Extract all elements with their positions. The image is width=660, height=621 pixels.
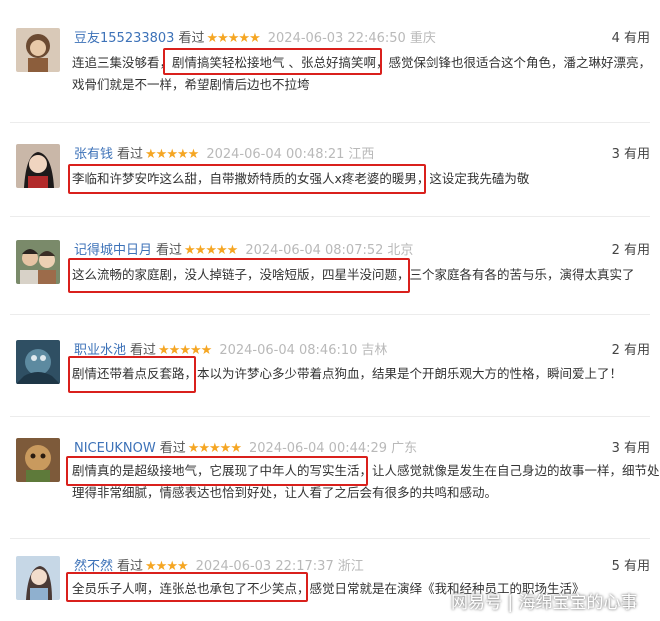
useful-count[interactable]: 4 有用 xyxy=(612,28,650,50)
avatar-image xyxy=(16,28,60,72)
highlight-box xyxy=(66,456,368,486)
watched-label: 看过 xyxy=(159,441,186,456)
review-line: 戏骨们就是不一样，希望剧情后边也不拉垮 xyxy=(72,77,310,92)
highlight-box xyxy=(68,356,196,393)
review-location: 吉林 xyxy=(361,343,388,358)
review-time: 2024-06-04 08:46:10 xyxy=(219,343,358,358)
useful-count[interactable]: 5 有用 xyxy=(612,556,650,578)
review-header: 豆友155233803 看过 ★★★★★ 2024-06-03 22:46:50 重庆 xyxy=(74,28,436,50)
review-location: 广东 xyxy=(391,441,418,456)
avatar-image xyxy=(16,438,60,482)
review-time: 2024-06-04 00:48:21 xyxy=(206,147,345,162)
user-avatar[interactable] xyxy=(16,438,60,482)
divider xyxy=(10,416,650,417)
review-location: 江西 xyxy=(348,147,375,162)
divider xyxy=(10,122,650,123)
star-rating: ★★★★★ xyxy=(187,441,242,456)
avatar-image xyxy=(16,340,60,384)
username-link[interactable]: 记得城中日月 xyxy=(74,243,152,258)
useful-count[interactable]: 3 有用 xyxy=(612,438,650,460)
review-location: 北京 xyxy=(387,243,414,258)
user-avatar[interactable] xyxy=(16,240,60,284)
star-rating: ★★★★★ xyxy=(184,243,238,258)
avatar-image xyxy=(16,556,60,600)
highlight-box xyxy=(66,572,308,602)
watched-label: 看过 xyxy=(117,147,144,162)
username-link[interactable]: NICEUKNOW xyxy=(74,441,156,456)
star-rating: ★★★★★ xyxy=(206,31,260,46)
review-time: 2024-06-04 08:07:52 xyxy=(245,243,384,258)
user-avatar[interactable] xyxy=(16,556,60,600)
username-link[interactable]: 豆友155233803 xyxy=(74,31,174,46)
username-link[interactable]: 张有钱 xyxy=(74,147,113,162)
watermark: 网易号 | 海绵宝宝的心事 xyxy=(451,593,638,613)
highlight-box xyxy=(163,48,382,75)
user-avatar[interactable] xyxy=(16,340,60,384)
review-location: 浙江 xyxy=(337,559,364,574)
divider xyxy=(10,216,650,217)
useful-count[interactable]: 2 有用 xyxy=(612,340,650,362)
review-time: 2024-06-03 22:46:50 xyxy=(267,31,406,46)
review-location: 重庆 xyxy=(409,31,436,46)
avatar-image xyxy=(16,144,60,188)
avatar-image xyxy=(16,240,60,284)
watched-label: 看过 xyxy=(156,243,183,258)
useful-count[interactable]: 2 有用 xyxy=(612,240,650,262)
user-avatar[interactable] xyxy=(16,28,60,72)
star-rating: ★★★★★ xyxy=(145,147,199,162)
review-header: 张有钱 看过 ★★★★★ 2024-06-04 00:48:21 江西 xyxy=(74,144,374,166)
watched-label: 看过 xyxy=(178,31,205,46)
divider xyxy=(10,314,650,315)
user-avatar[interactable] xyxy=(16,144,60,188)
divider xyxy=(10,538,650,539)
highlight-box xyxy=(68,258,410,293)
review-time: 2024-06-04 00:44:29 xyxy=(249,441,388,456)
useful-count[interactable]: 3 有用 xyxy=(612,144,650,166)
highlight-box xyxy=(68,164,426,194)
